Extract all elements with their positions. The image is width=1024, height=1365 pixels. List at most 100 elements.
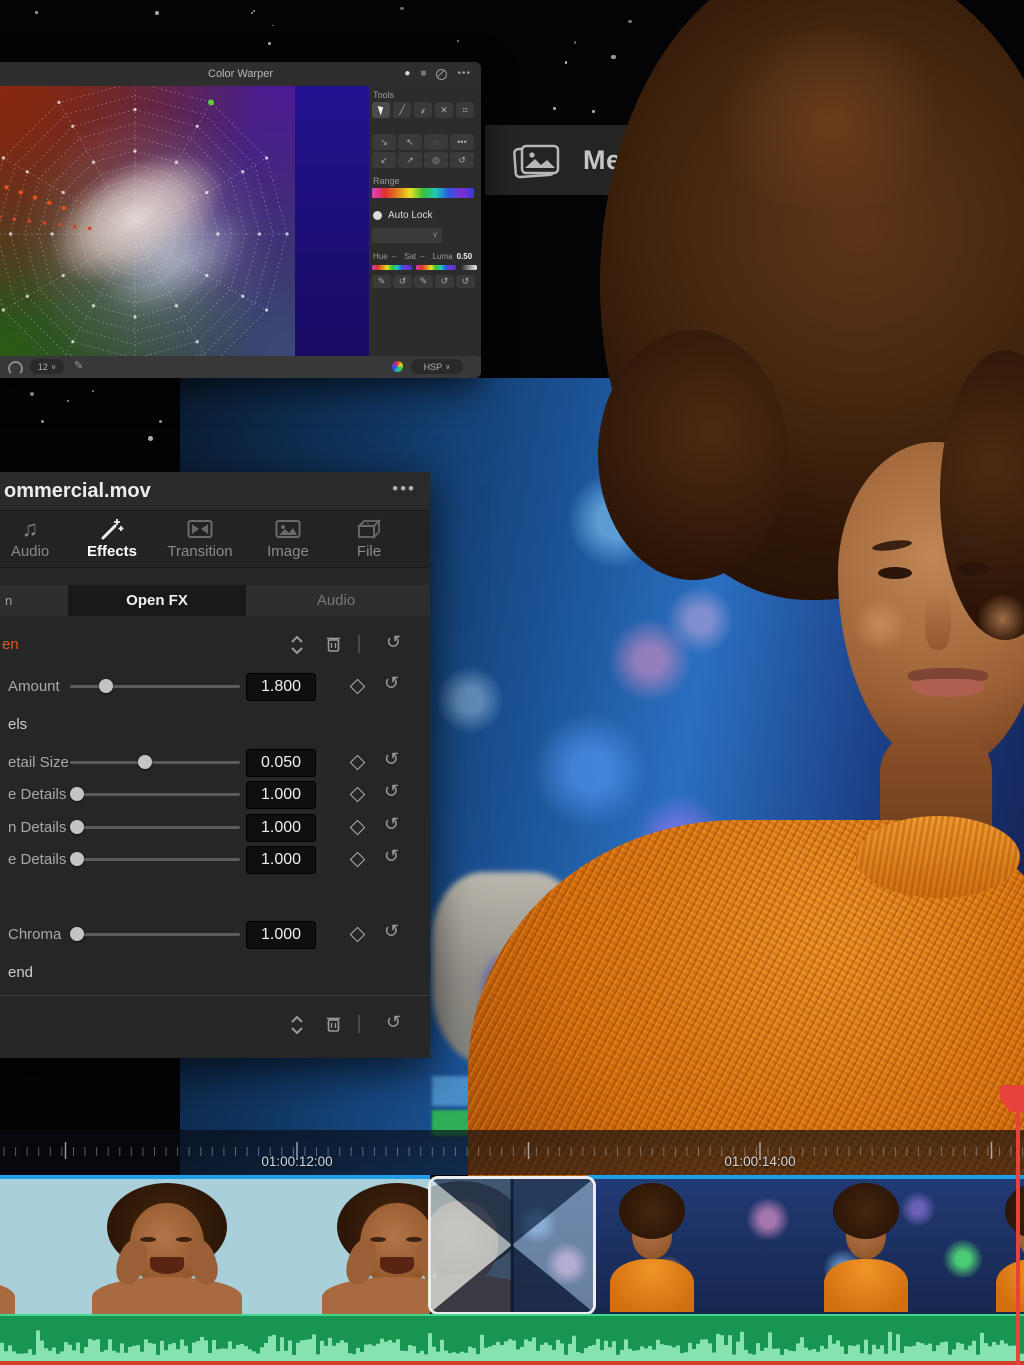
- trash-icon[interactable]: [326, 635, 341, 653]
- tab-file[interactable]: File: [327, 515, 411, 567]
- keyframe-icon[interactable]: [350, 927, 366, 943]
- warp-tool-button[interactable]: ↙: [372, 152, 396, 168]
- cursor-tool-button[interactable]: [372, 102, 390, 118]
- reset-history-icon[interactable]: ↺: [386, 632, 401, 653]
- reorder-icon[interactable]: [290, 634, 304, 656]
- luma-strip[interactable]: [460, 265, 477, 270]
- color-warper-wheel-area[interactable]: [0, 86, 369, 356]
- color-warper-grid[interactable]: [0, 86, 295, 356]
- sat-strip[interactable]: [416, 265, 456, 270]
- expand-tool-button[interactable]: ⌗: [456, 102, 474, 118]
- amount-slider[interactable]: [70, 685, 240, 688]
- auto-lock-toggle[interactable]: [373, 211, 382, 220]
- timeline-ruler[interactable]: 01:00:12:00 01:00:14:00: [0, 1130, 1024, 1175]
- audio-tab-icon: ♫: [0, 515, 72, 543]
- grid-density-dropdown[interactable]: 12∨: [30, 359, 64, 374]
- luma-reset-button[interactable]: ↺: [456, 275, 475, 288]
- reset-icon[interactable]: ↺: [384, 781, 399, 802]
- auto-lock-row[interactable]: Auto Lock: [373, 210, 432, 221]
- keyframe-icon[interactable]: [350, 755, 366, 771]
- target-tool-button[interactable]: ◎: [424, 152, 448, 168]
- lasso-tool-button[interactable]: ◌: [424, 134, 448, 150]
- color-warper-titlebar[interactable]: Color Warper ● ■ •••: [0, 62, 481, 86]
- pin-tool-button[interactable]: ⸙: [414, 102, 432, 118]
- keyframe-icon[interactable]: [350, 787, 366, 803]
- warp-tool-button[interactable]: ↘: [372, 134, 396, 150]
- inspector-options-icon[interactable]: •••: [392, 472, 416, 506]
- video-clip-left[interactable]: [0, 1175, 430, 1320]
- keyframe-icon[interactable]: [350, 820, 366, 836]
- clip-title: ommercial.mov: [0, 472, 430, 510]
- subtab-audio[interactable]: Audio: [246, 585, 426, 616]
- playhead-line[interactable]: [1016, 1085, 1020, 1365]
- panel-options-icon[interactable]: •••: [457, 62, 471, 86]
- woman-hair-highlight: [700, 30, 960, 210]
- slider-row-detail-size: etail Size 0.050 ↺: [0, 748, 430, 778]
- magnet-icon[interactable]: [8, 361, 23, 376]
- subtab-truncated[interactable]: n: [5, 585, 12, 616]
- tab-effects[interactable]: Effects: [70, 515, 154, 567]
- reset-icon[interactable]: ↺: [384, 846, 399, 867]
- fine-details-slider[interactable]: [70, 858, 240, 861]
- color-space-icon: [392, 361, 403, 372]
- range-label: Range: [373, 176, 400, 186]
- fine-details-value[interactable]: 1.000: [246, 846, 316, 874]
- audio-track-clip[interactable]: [0, 1314, 1024, 1363]
- trash-icon[interactable]: [326, 1015, 341, 1033]
- medium-details-value[interactable]: 1.000: [246, 814, 316, 842]
- chroma-value[interactable]: 1.000: [246, 921, 316, 949]
- hue-pen-button[interactable]: ✎: [372, 275, 391, 288]
- warp-tool-button[interactable]: ↖: [398, 134, 422, 150]
- reset-icon[interactable]: ↺: [384, 921, 399, 942]
- reset-icon[interactable]: ↺: [384, 749, 399, 770]
- dots-tool-button[interactable]: •••: [450, 134, 474, 150]
- amount-knob[interactable]: [99, 679, 113, 693]
- keyframe-icon[interactable]: [350, 679, 366, 695]
- reset-tool-button[interactable]: ↺: [450, 152, 474, 168]
- keyframe-icon[interactable]: [350, 852, 366, 868]
- clip-thumbnail: [282, 1181, 430, 1310]
- hue-reset-button[interactable]: ↺: [393, 275, 412, 288]
- reorder-icon[interactable]: [290, 1014, 304, 1036]
- coarse-details-knob[interactable]: [70, 787, 84, 801]
- tab-audio[interactable]: ♫ Audio: [0, 515, 72, 567]
- video-clip-right[interactable]: [588, 1175, 1024, 1320]
- hue-strip[interactable]: [372, 265, 412, 270]
- coarse-details-value[interactable]: 1.000: [246, 781, 316, 809]
- disable-icon[interactable]: [436, 69, 447, 80]
- color-space-dropdown[interactable]: HSP∨: [411, 359, 463, 374]
- chroma-knob[interactable]: [70, 927, 84, 941]
- reset-history-icon[interactable]: ↺: [386, 1012, 401, 1033]
- coarse-details-slider[interactable]: [70, 793, 240, 796]
- detail-size-value[interactable]: 0.050: [246, 749, 316, 777]
- grid-tool-button[interactable]: ✕: [435, 102, 453, 118]
- sat-dash: –: [420, 252, 424, 261]
- detail-size-slider[interactable]: [70, 761, 240, 764]
- luma-value: 0.50: [457, 252, 473, 261]
- sat-pen-button[interactable]: ✎: [414, 275, 433, 288]
- medium-details-knob[interactable]: [70, 820, 84, 834]
- tab-image[interactable]: Image: [246, 515, 330, 567]
- reset-icon[interactable]: ↺: [384, 814, 399, 835]
- range-gradient-bar[interactable]: [372, 188, 474, 198]
- detail-size-knob[interactable]: [138, 755, 152, 769]
- warp-tool-button[interactable]: ↗: [398, 152, 422, 168]
- amount-value[interactable]: 1.800: [246, 673, 316, 701]
- ruler-ticks: [0, 1130, 1024, 1175]
- chroma-slider[interactable]: [70, 933, 240, 936]
- medium-details-slider[interactable]: [70, 826, 240, 829]
- tab-transition[interactable]: Transition: [158, 515, 242, 567]
- fine-details-knob[interactable]: [70, 852, 84, 866]
- auto-lock-label: Auto Lock: [388, 210, 432, 221]
- draw-icon[interactable]: ✎: [74, 359, 83, 372]
- color-space-value: HSP: [424, 362, 443, 372]
- lock-preset-dropdown[interactable]: ∨: [372, 228, 442, 243]
- window-icon[interactable]: ■: [420, 62, 426, 86]
- cross-dissolve-transition[interactable]: [428, 1176, 596, 1315]
- subtab-openfx[interactable]: Open FX: [68, 585, 246, 616]
- bypass-icon[interactable]: ●: [404, 62, 410, 86]
- sat-reset-button[interactable]: ↺: [435, 275, 454, 288]
- pen-tool-button[interactable]: ╱: [393, 102, 411, 118]
- hue-dash: –: [392, 252, 396, 261]
- reset-icon[interactable]: ↺: [384, 673, 399, 694]
